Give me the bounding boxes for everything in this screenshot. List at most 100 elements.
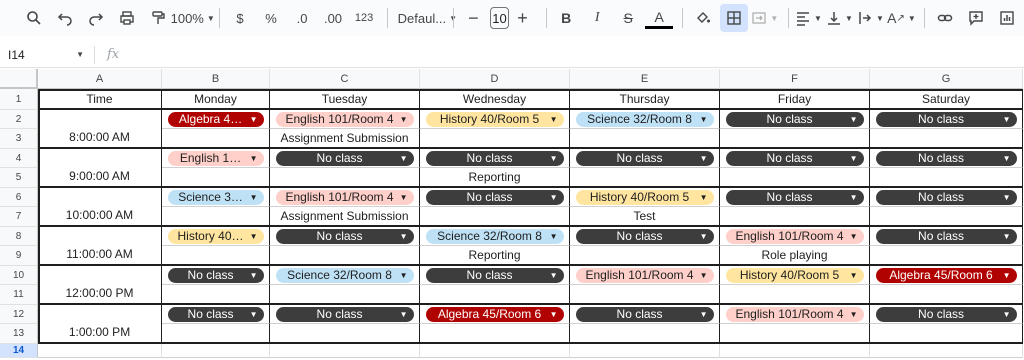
- italic-button[interactable]: I: [583, 4, 611, 32]
- note-cell[interactable]: [270, 285, 420, 305]
- class-dropdown-chip[interactable]: No class ▼: [875, 150, 1017, 166]
- row-header-11[interactable]: 11: [0, 285, 38, 305]
- class-cell[interactable]: No class ▼: [162, 305, 270, 324]
- class-dropdown-chip[interactable]: No class ▼: [275, 306, 414, 322]
- row-header-12[interactable]: 12: [0, 305, 38, 324]
- text-wrapping-icon[interactable]: ▼: [856, 4, 884, 32]
- header-cell[interactable]: Thursday: [570, 89, 720, 110]
- class-cell[interactable]: English 101/Room 4 ▼: [720, 305, 870, 324]
- class-cell[interactable]: No class ▼: [870, 305, 1023, 324]
- column-header-c[interactable]: C: [270, 69, 420, 89]
- class-cell[interactable]: Science 32/Room 8 ▼: [570, 110, 720, 129]
- note-cell[interactable]: [270, 246, 420, 266]
- font-size-decrease-button[interactable]: −: [459, 4, 487, 32]
- class-dropdown-chip[interactable]: No class ▼: [875, 189, 1017, 205]
- class-dropdown-chip[interactable]: Algebra 45/Room 6 ▼: [425, 306, 564, 322]
- empty-cell[interactable]: [420, 344, 570, 358]
- header-cell[interactable]: Wednesday: [420, 89, 570, 110]
- class-dropdown-chip[interactable]: History 40/Room 5 ▼: [725, 267, 864, 283]
- class-dropdown-chip[interactable]: History 40… ▼: [167, 228, 264, 244]
- time-cell[interactable]: 8:00:00 AM: [38, 110, 162, 149]
- class-cell[interactable]: History 40/Room 5 ▼: [570, 188, 720, 207]
- class-dropdown-chip[interactable]: No class ▼: [425, 267, 564, 283]
- time-cell[interactable]: 12:00:00 PM: [38, 266, 162, 305]
- insert-link-icon[interactable]: [931, 4, 959, 32]
- class-dropdown-chip[interactable]: English 101/Room 4 ▼: [275, 111, 414, 127]
- currency-button[interactable]: $: [226, 4, 254, 32]
- class-dropdown-chip[interactable]: No class ▼: [575, 228, 714, 244]
- class-dropdown-chip[interactable]: No class ▼: [875, 306, 1017, 322]
- class-cell[interactable]: No class ▼: [270, 149, 420, 168]
- class-cell[interactable]: No class ▼: [420, 188, 570, 207]
- row-header-7[interactable]: 7: [0, 207, 38, 227]
- note-cell[interactable]: [420, 324, 570, 344]
- note-cell[interactable]: [570, 285, 720, 305]
- time-cell[interactable]: 10:00:00 AM: [38, 188, 162, 227]
- insert-chart-icon[interactable]: [993, 4, 1021, 32]
- row-header-3[interactable]: 3: [0, 129, 38, 149]
- bold-button[interactable]: B: [552, 4, 580, 32]
- increase-decimal-button[interactable]: .00: [319, 4, 347, 32]
- empty-cell[interactable]: [720, 344, 870, 358]
- note-cell[interactable]: [870, 324, 1023, 344]
- note-cell[interactable]: [270, 168, 420, 188]
- class-dropdown-chip[interactable]: No class ▼: [275, 228, 414, 244]
- class-cell[interactable]: English 1… ▼: [162, 149, 270, 168]
- note-cell[interactable]: [162, 246, 270, 266]
- note-cell[interactable]: [162, 285, 270, 305]
- decrease-decimal-button[interactable]: .0: [288, 4, 316, 32]
- font-select[interactable]: Defaul...▼: [394, 4, 457, 32]
- header-cell[interactable]: Monday: [162, 89, 270, 110]
- class-cell[interactable]: No class ▼: [270, 227, 420, 246]
- text-color-button[interactable]: A: [645, 7, 674, 29]
- class-cell[interactable]: History 40/Room 5 ▼: [720, 266, 870, 285]
- class-dropdown-chip[interactable]: Science 32/Room 8 ▼: [575, 111, 714, 127]
- row-header-2[interactable]: 2: [0, 110, 38, 129]
- row-header-13[interactable]: 13: [0, 324, 38, 344]
- class-cell[interactable]: No class ▼: [420, 149, 570, 168]
- font-size-increase-button[interactable]: +: [509, 4, 537, 32]
- row-header-10[interactable]: 10: [0, 266, 38, 285]
- class-dropdown-chip[interactable]: No class ▼: [167, 306, 264, 322]
- empty-cell[interactable]: [270, 344, 420, 358]
- class-dropdown-chip[interactable]: No class ▼: [725, 189, 864, 205]
- note-cell[interactable]: [420, 207, 570, 227]
- class-dropdown-chip[interactable]: History 40/Room 5 ▼: [425, 111, 564, 127]
- class-dropdown-chip[interactable]: English 101/Room 4 ▼: [575, 267, 714, 283]
- note-cell[interactable]: [162, 207, 270, 227]
- merge-cells-icon[interactable]: ▼: [751, 4, 779, 32]
- note-cell[interactable]: [870, 207, 1023, 227]
- class-dropdown-chip[interactable]: Algebra 45/Room 6 ▼: [875, 267, 1017, 283]
- strikethrough-button[interactable]: S: [614, 4, 642, 32]
- class-cell[interactable]: Science 32/Room 8 ▼: [420, 227, 570, 246]
- row-header-8[interactable]: 8: [0, 227, 38, 246]
- class-dropdown-chip[interactable]: No class ▼: [575, 150, 714, 166]
- class-cell[interactable]: No class ▼: [720, 149, 870, 168]
- class-cell[interactable]: Algebra 4… ▼: [162, 110, 270, 129]
- fill-color-icon[interactable]: [689, 4, 717, 32]
- note-cell[interactable]: Reporting: [420, 168, 570, 188]
- note-cell[interactable]: [570, 246, 720, 266]
- class-cell[interactable]: English 101/Room 4 ▼: [570, 266, 720, 285]
- redo-icon[interactable]: [82, 4, 110, 32]
- time-cell[interactable]: 9:00:00 AM: [38, 149, 162, 188]
- select-all-corner[interactable]: [0, 69, 38, 89]
- class-cell[interactable]: History 40/Room 5 ▼: [420, 110, 570, 129]
- row-header-4[interactable]: 4: [0, 149, 38, 168]
- header-cell[interactable]: Time: [38, 89, 162, 110]
- class-cell[interactable]: No class ▼: [570, 227, 720, 246]
- note-cell[interactable]: Assignment Submission: [270, 129, 420, 149]
- note-cell[interactable]: [162, 129, 270, 149]
- class-dropdown-chip[interactable]: Science 3… ▼: [167, 189, 264, 205]
- note-cell[interactable]: Reporting: [420, 246, 570, 266]
- search-menus-icon[interactable]: [20, 4, 48, 32]
- class-cell[interactable]: English 101/Room 4 ▼: [270, 188, 420, 207]
- class-cell[interactable]: No class ▼: [870, 110, 1023, 129]
- class-dropdown-chip[interactable]: No class ▼: [725, 111, 864, 127]
- class-cell[interactable]: No class ▼: [870, 227, 1023, 246]
- column-header-f[interactable]: F: [720, 69, 870, 89]
- row-header-14[interactable]: 14: [0, 344, 38, 358]
- class-cell[interactable]: No class ▼: [720, 188, 870, 207]
- note-cell[interactable]: [870, 246, 1023, 266]
- class-dropdown-chip[interactable]: Science 32/Room 8 ▼: [275, 267, 414, 283]
